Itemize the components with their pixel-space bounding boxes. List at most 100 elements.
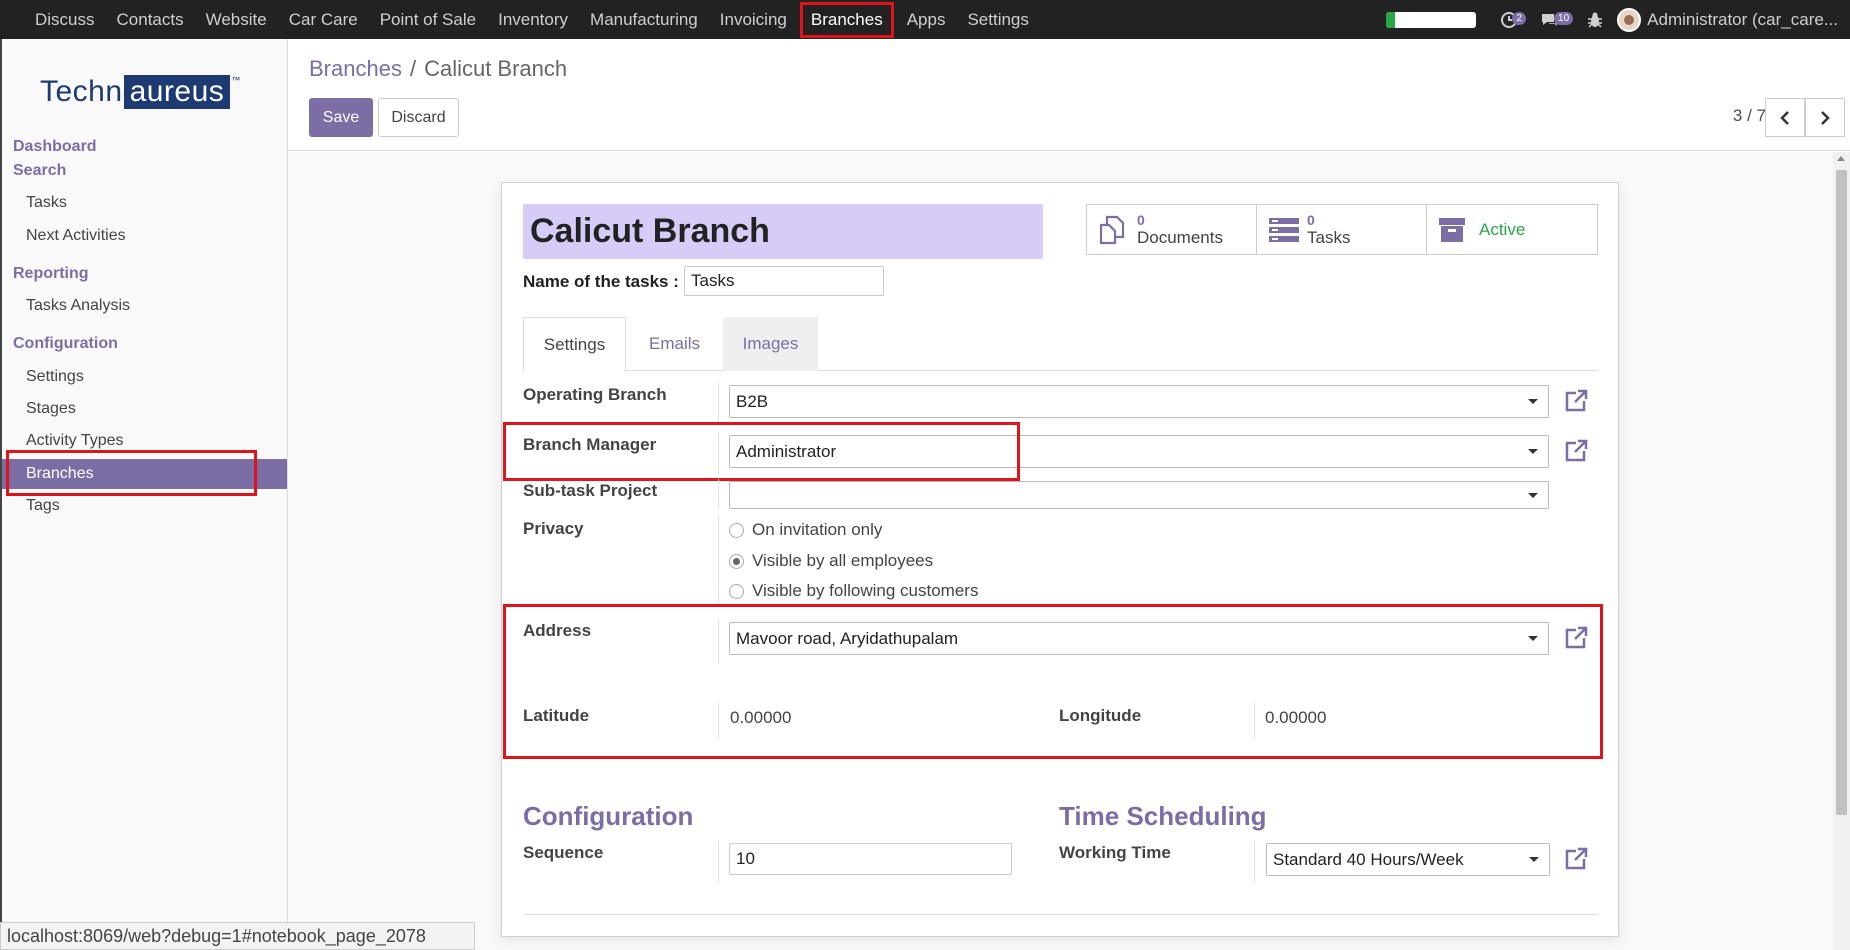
active-label: Active (1479, 219, 1526, 239)
scroll-up-arrow-icon[interactable] (1837, 156, 1845, 161)
caret-down-icon (1528, 449, 1538, 454)
privacy-option-label: On invitation only (752, 520, 883, 539)
external-link-icon[interactable] (1563, 388, 1589, 414)
tab-emails[interactable]: Emails (626, 317, 723, 371)
sidebar-item-tasks[interactable]: Tasks (2, 188, 287, 218)
subtask-project-select[interactable] (729, 481, 1549, 509)
menu-point-of-sale[interactable]: Point of Sale (369, 0, 487, 39)
external-link-icon[interactable] (1563, 438, 1589, 464)
operating-branch-label: Operating Branch (523, 385, 667, 404)
branch-manager-select[interactable]: Administrator (729, 435, 1549, 468)
pager-previous-button[interactable] (1765, 98, 1805, 137)
sidebar-item-stages[interactable]: Stages (2, 394, 287, 424)
field-divider (718, 703, 719, 739)
active-toggle-button[interactable]: Active (1427, 205, 1597, 254)
tab-settings[interactable]: Settings (523, 317, 626, 372)
branch-name-field[interactable]: Calicut Branch (523, 204, 1043, 259)
menu-inventory[interactable]: Inventory (487, 0, 579, 39)
user-menu[interactable]: Administrator (car_care... (1647, 10, 1838, 30)
debug-menu[interactable] (1587, 11, 1603, 29)
messaging-menu[interactable]: 10 (1540, 11, 1574, 29)
menu-settings[interactable]: Settings (956, 0, 1039, 39)
logo-text-part1: Techn (40, 75, 123, 108)
caret-down-icon (1528, 636, 1538, 641)
privacy-option-customers[interactable]: Visible by following customers (729, 581, 978, 601)
field-divider (718, 383, 719, 423)
control-panel: Branches / Calicut Branch Save Discard 3… (289, 39, 1850, 151)
address-label: Address (523, 621, 592, 640)
activity-menu[interactable]: 2 (1500, 11, 1527, 29)
menu-website[interactable]: Website (195, 0, 278, 39)
sequence-label: Sequence (523, 843, 604, 862)
field-divider (1254, 703, 1255, 739)
sidebar-section-dashboard[interactable]: Dashboard (13, 138, 97, 156)
field-divider (718, 479, 719, 509)
tasks-name-label: Name of the tasks : (523, 272, 679, 291)
latitude-value[interactable]: 0.00000 (730, 708, 791, 728)
privacy-option-invitation[interactable]: On invitation only (729, 520, 882, 540)
working-time-select[interactable]: Standard 40 Hours/Week (1266, 843, 1550, 876)
menu-apps[interactable]: Apps (896, 0, 957, 39)
sidebar-item-settings[interactable]: Settings (2, 362, 287, 392)
company-logo: Techn aureus ™ (40, 75, 241, 109)
onboarding-progress-bar[interactable] (1386, 11, 1477, 28)
sidebar-item-tags[interactable]: Tags (2, 491, 287, 521)
external-link-icon[interactable] (1563, 846, 1589, 872)
privacy-option-employees[interactable]: Visible by all employees (729, 551, 933, 571)
subtask-project-label: Sub-task Project (523, 481, 658, 500)
privacy-label: Privacy (523, 519, 584, 538)
sidebar: Techn aureus ™ Dashboard Search Tasks Next… (0, 39, 288, 950)
pager-next-button[interactable] (1805, 98, 1845, 137)
sidebar-section-search[interactable]: Search (13, 162, 66, 180)
sequence-input[interactable]: 10 (729, 843, 1012, 875)
configuration-section-title: Configuration (523, 801, 694, 831)
field-divider (718, 433, 719, 473)
menu-invoicing[interactable]: Invoicing (709, 0, 798, 39)
sidebar-section-reporting[interactable]: Reporting (13, 265, 89, 283)
radio-button-checked[interactable] (729, 553, 744, 569)
tasks-name-input[interactable]: Tasks (684, 266, 884, 296)
sidebar-item-tasks-analysis[interactable]: Tasks Analysis (2, 291, 287, 321)
tasks-smart-button[interactable]: 0 Tasks (1257, 205, 1427, 254)
logo-text-part2: aureus (123, 75, 231, 109)
save-button[interactable]: Save (309, 98, 373, 137)
sidebar-item-next-activities[interactable]: Next Activities (2, 221, 287, 251)
menu-discuss[interactable]: Discuss (24, 0, 106, 39)
documents-smart-button[interactable]: 0 Documents (1087, 205, 1257, 254)
field-divider (718, 515, 719, 605)
caret-down-icon (1529, 857, 1539, 862)
menu-car-care[interactable]: Car Care (278, 0, 369, 39)
user-avatar[interactable] (1617, 7, 1642, 32)
documents-icon (1099, 215, 1125, 244)
smart-buttons: 0 Documents 0 Tasks Active (1086, 204, 1598, 255)
app-menu: Discuss Contacts Website Car Care Point … (0, 0, 1040, 39)
sidebar-section-configuration[interactable]: Configuration (13, 335, 118, 353)
discard-button[interactable]: Discard (378, 98, 459, 137)
archive-icon (1439, 217, 1465, 242)
sidebar-item-activity-types[interactable]: Activity Types (2, 426, 287, 456)
address-select[interactable]: Mavoor road, Aryidathupalam (729, 622, 1549, 655)
branch-manager-value: Administrator (736, 441, 837, 461)
sidebar-item-branches[interactable]: Branches (2, 459, 287, 489)
pager-value[interactable]: 3 / 7 (1733, 106, 1766, 126)
latitude-label: Latitude (523, 706, 590, 725)
vertical-scrollbar[interactable] (1833, 152, 1850, 950)
breadcrumb-current: Calicut Branch (424, 56, 568, 81)
radio-button[interactable] (729, 583, 744, 599)
external-link-icon[interactable] (1563, 625, 1589, 651)
privacy-option-label: Visible by all employees (752, 551, 934, 570)
radio-button[interactable] (729, 522, 744, 538)
breadcrumb-branches-link[interactable]: Branches (309, 56, 402, 82)
chevron-right-icon (1821, 110, 1830, 125)
message-count-badge: 10 (1554, 12, 1574, 25)
tab-images[interactable]: Images (723, 317, 818, 371)
menu-branches[interactable]: Branches (799, 1, 894, 38)
operating-branch-select[interactable]: B2B (729, 385, 1549, 418)
menu-manufacturing[interactable]: Manufacturing (579, 0, 709, 39)
longitude-value[interactable]: 0.00000 (1265, 708, 1326, 728)
menu-contacts[interactable]: Contacts (106, 0, 195, 39)
scrollbar-thumb[interactable] (1836, 170, 1847, 815)
tasks-list-icon (1269, 217, 1299, 242)
address-value: Mavoor road, Aryidathupalam (736, 628, 959, 648)
chevron-left-icon (1780, 110, 1789, 125)
